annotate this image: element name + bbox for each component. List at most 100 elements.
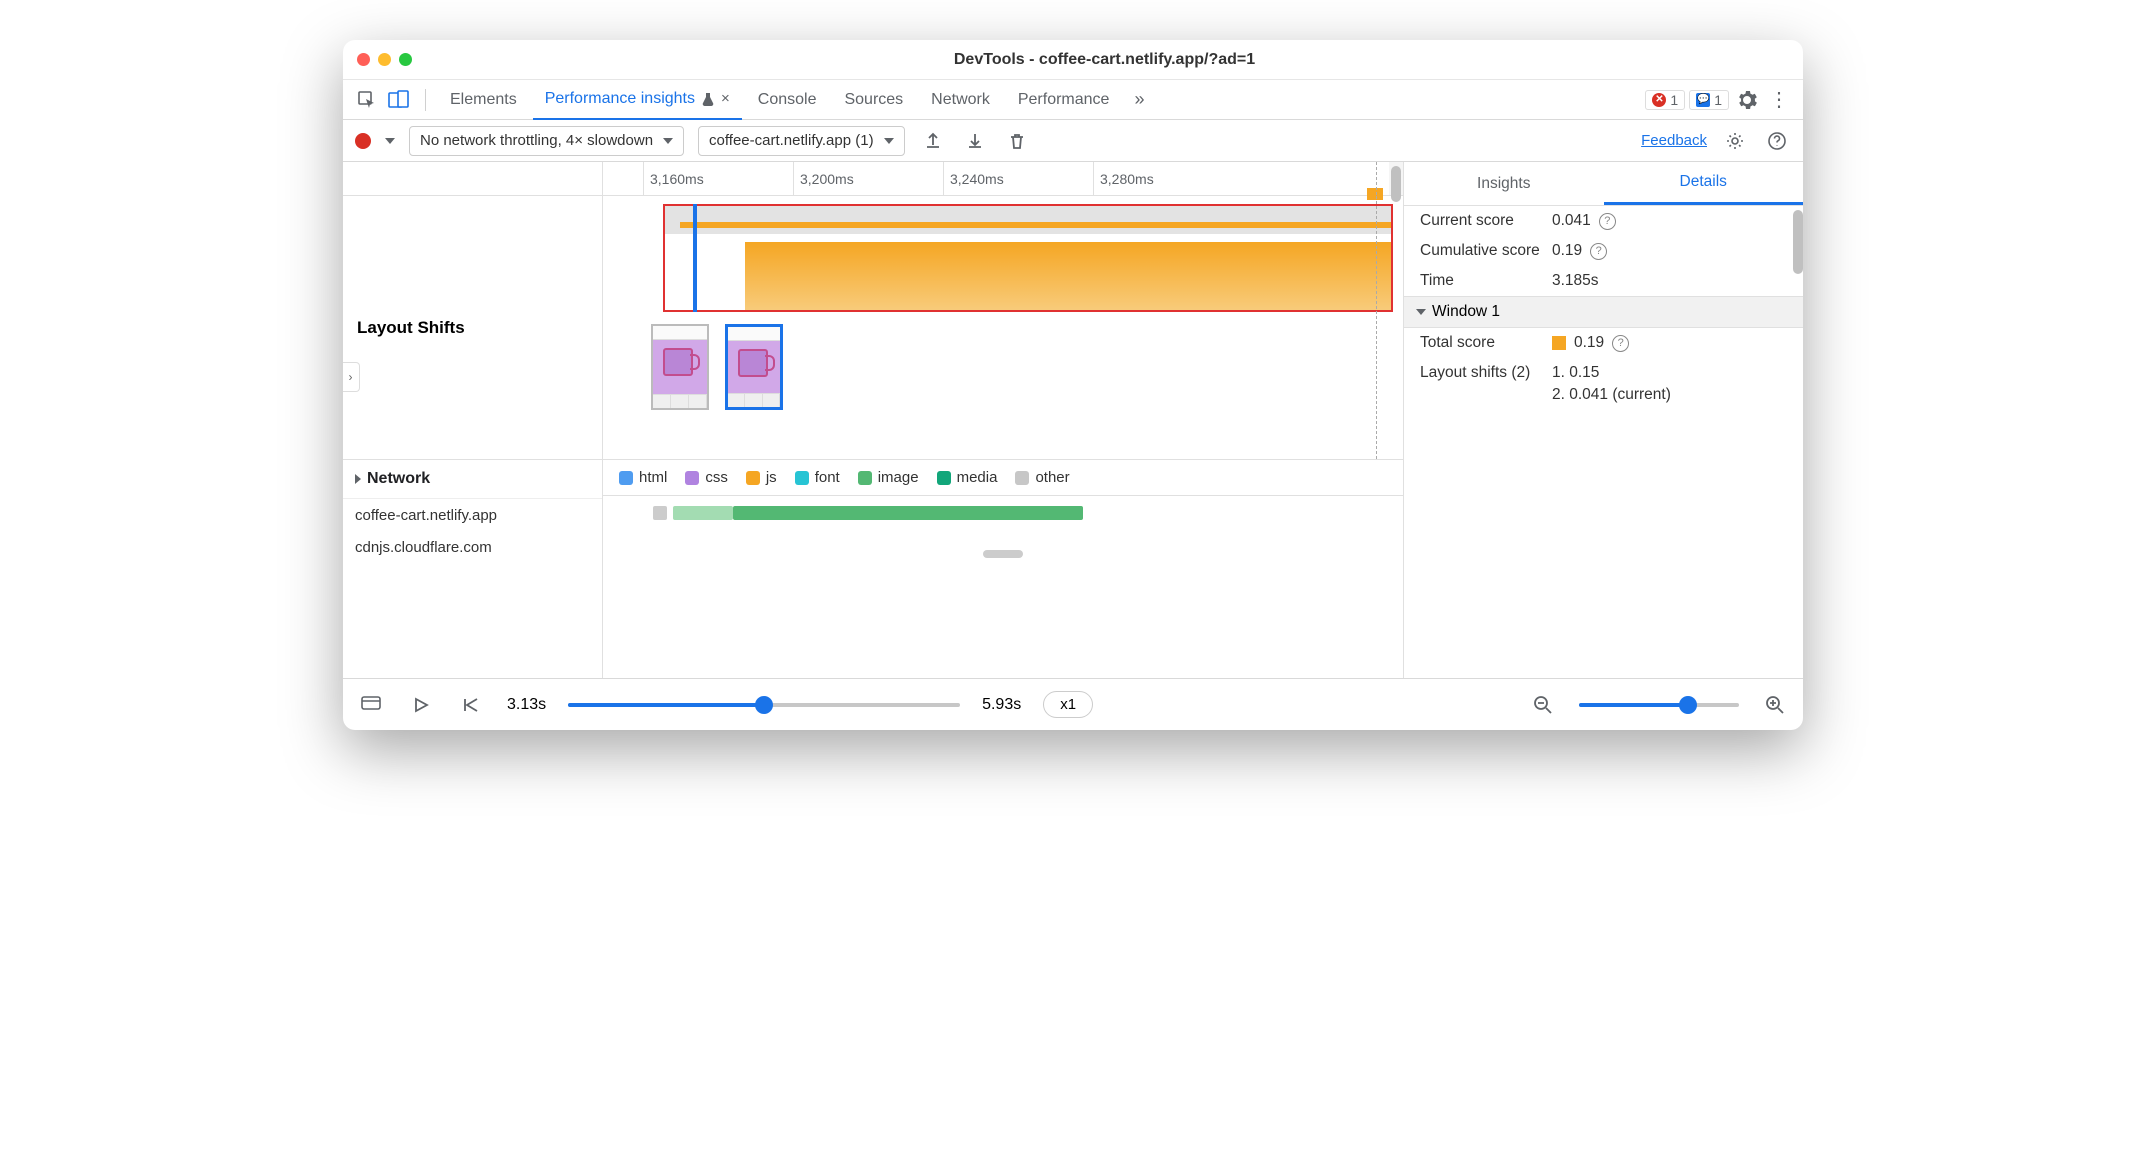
help-icon[interactable]: ? — [1599, 213, 1616, 230]
window-header-label: Window 1 — [1432, 303, 1500, 321]
issues-icon: 💬 — [1696, 93, 1710, 107]
score-swatch — [1552, 336, 1566, 350]
time-end: 5.93s — [982, 696, 1021, 714]
legend-swatch-js — [746, 471, 760, 485]
network-host-row[interactable]: coffee-cart.netlify.app — [343, 499, 602, 531]
ruler-tick: 3,240ms — [943, 162, 1004, 195]
network-label: Network — [367, 470, 430, 488]
net-bar-download[interactable] — [733, 506, 1083, 520]
total-score-label: Total score — [1420, 334, 1540, 352]
layout-shift-thumbnail-selected[interactable] — [725, 324, 783, 410]
layout-shift-cluster — [745, 242, 1391, 310]
legend-image: image — [878, 469, 919, 486]
tab-performance-label: Performance — [1018, 91, 1110, 109]
toggle-preview-icon[interactable] — [357, 691, 385, 719]
tab-insights-right[interactable]: Insights — [1404, 162, 1604, 205]
layout-shift-window[interactable] — [663, 204, 1393, 312]
playhead-slider[interactable] — [568, 703, 960, 707]
collapse-panel-button[interactable]: › — [343, 362, 360, 392]
throttling-select[interactable]: No network throttling, 4× slowdown — [409, 126, 684, 156]
ruler-tick: 3,280ms — [1093, 162, 1154, 195]
tab-performance[interactable]: Performance — [1006, 80, 1122, 120]
maximize-window-button[interactable] — [399, 53, 412, 66]
issues-badge[interactable]: 💬 1 — [1689, 90, 1729, 110]
tab-network[interactable]: Network — [919, 80, 1002, 120]
tab-elements[interactable]: Elements — [438, 80, 529, 120]
playback-bar: 3.13s 5.93s x1 — [343, 678, 1803, 730]
insights-toolbar: No network throttling, 4× slowdown coffe… — [343, 120, 1803, 162]
layout-shift-thumbnail[interactable] — [651, 324, 709, 410]
recording-value: coffee-cart.netlify.app (1) — [709, 132, 874, 149]
export-icon[interactable] — [919, 127, 947, 155]
record-button[interactable] — [355, 133, 371, 149]
window-section-header[interactable]: Window 1 — [1404, 296, 1803, 328]
tab-details-right[interactable]: Details — [1604, 162, 1804, 205]
more-tabs-icon[interactable]: » — [1125, 86, 1153, 114]
tab-console[interactable]: Console — [746, 80, 829, 120]
tab-console-label: Console — [758, 91, 817, 109]
help-icon[interactable] — [1763, 127, 1791, 155]
zoom-out-icon[interactable] — [1529, 691, 1557, 719]
tab-elements-label: Elements — [450, 91, 517, 109]
range-boundary — [1376, 162, 1377, 195]
net-bar-stub[interactable] — [653, 506, 667, 520]
time-ruler[interactable]: 3,160ms 3,200ms 3,240ms 3,280ms — [603, 162, 1403, 196]
legend-swatch-css — [685, 471, 699, 485]
zoom-slider[interactable] — [1579, 703, 1739, 707]
layout-shift-item-1[interactable]: 1. 0.15 — [1552, 364, 1599, 382]
import-icon[interactable] — [961, 127, 989, 155]
error-icon: ✕ — [1652, 93, 1666, 107]
speed-pill[interactable]: x1 — [1043, 691, 1093, 718]
legend-swatch-image — [858, 471, 872, 485]
legend-media: media — [957, 469, 998, 486]
cumulative-score-label: Cumulative score — [1420, 242, 1540, 260]
legend-swatch-other — [1015, 471, 1029, 485]
track-labels: Layout Shifts Network coffee-cart.netlif… — [343, 162, 603, 678]
tab-performance-insights[interactable]: Performance insights × — [533, 80, 742, 120]
inspect-element-icon[interactable] — [353, 86, 381, 114]
device-toolbar-icon[interactable] — [385, 86, 413, 114]
close-tab-icon[interactable]: × — [721, 90, 730, 107]
recording-select[interactable]: coffee-cart.netlify.app (1) — [698, 126, 905, 156]
time-value: 3.185s — [1552, 272, 1599, 290]
network-legend: html css js font image media other — [603, 460, 1403, 496]
range-boundary — [1376, 196, 1377, 459]
zoom-in-icon[interactable] — [1761, 691, 1789, 719]
tab-sources-label: Sources — [844, 91, 903, 109]
horizontal-scroll-thumb[interactable] — [983, 550, 1023, 558]
play-icon[interactable] — [407, 691, 435, 719]
details-scrollbar[interactable] — [1793, 210, 1803, 274]
tab-network-label: Network — [931, 91, 990, 109]
minimize-window-button[interactable] — [378, 53, 391, 66]
error-badge[interactable]: ✕ 1 — [1645, 90, 1685, 110]
playhead[interactable] — [693, 204, 697, 312]
legend-js: js — [766, 469, 777, 486]
feedback-link[interactable]: Feedback — [1641, 132, 1707, 149]
network-host-row[interactable]: cdnjs.cloudflare.com — [343, 531, 602, 563]
panel-settings-icon[interactable] — [1721, 127, 1749, 155]
help-icon[interactable]: ? — [1612, 335, 1629, 352]
timeline[interactable]: 3,160ms 3,200ms 3,240ms 3,280ms — [603, 162, 1403, 678]
rewind-icon[interactable] — [457, 691, 485, 719]
help-icon[interactable]: ? — [1590, 243, 1607, 260]
layout-shift-item-2[interactable]: 2. 0.041 (current) — [1552, 386, 1671, 404]
window-title: DevTools - coffee-cart.netlify.app/?ad=1 — [420, 51, 1789, 69]
host-2: cdnjs.cloudflare.com — [355, 539, 492, 556]
details-panel: › Insights Details Current score0.041? C… — [1403, 162, 1803, 678]
legend-swatch-html — [619, 471, 633, 485]
tab-sources[interactable]: Sources — [832, 80, 915, 120]
chevron-right-icon — [355, 474, 361, 484]
close-window-button[interactable] — [357, 53, 370, 66]
network-section-toggle[interactable]: Network — [343, 460, 602, 499]
chevron-down-icon — [663, 138, 673, 144]
settings-icon[interactable] — [1733, 86, 1761, 114]
record-menu-caret[interactable] — [385, 138, 395, 144]
chevron-down-icon — [884, 138, 894, 144]
vertical-scrollbar[interactable] — [1389, 162, 1403, 195]
layout-shifts-track[interactable] — [603, 196, 1403, 460]
legend-swatch-media — [937, 471, 951, 485]
kebab-menu-icon[interactable]: ⋮ — [1765, 86, 1793, 114]
net-bar-waiting[interactable] — [673, 506, 733, 520]
delete-icon[interactable] — [1003, 127, 1031, 155]
legend-css: css — [705, 469, 728, 486]
